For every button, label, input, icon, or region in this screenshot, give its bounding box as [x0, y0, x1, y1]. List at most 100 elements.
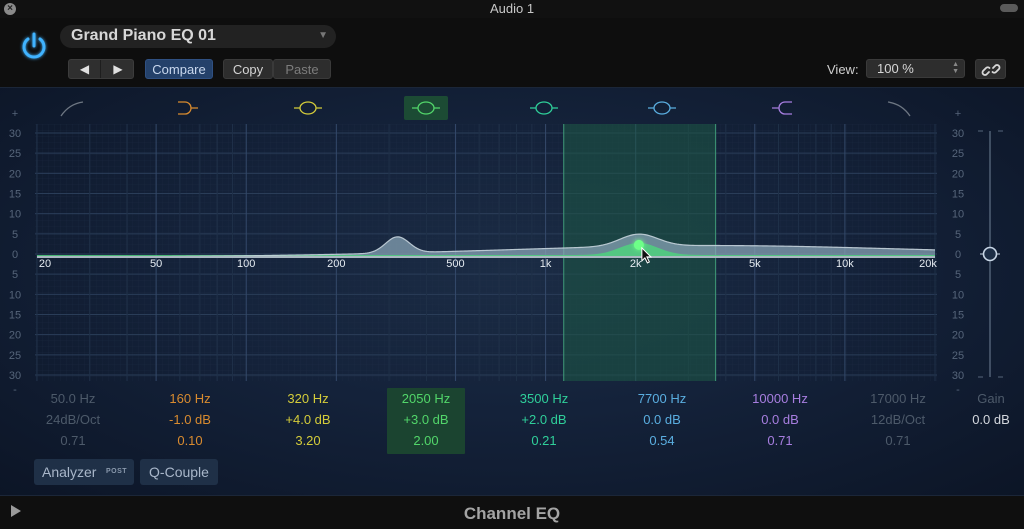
x-tick-label: 20 [39, 258, 51, 270]
band-6-q-value[interactable]: 0.54 [623, 430, 701, 451]
band-1-freq-value[interactable]: 50.0 Hz [34, 388, 112, 409]
band-6-params: 7700 Hz 0.0 dB 0.54 [623, 388, 701, 454]
gain-value[interactable]: 0.0 dB [965, 409, 1017, 430]
band-3-q-value[interactable]: 3.20 [269, 430, 347, 451]
copy-button[interactable]: Copy [223, 59, 273, 79]
plugin-name: Channel EQ [463, 504, 561, 523]
band-8-params: 17000 Hz 12dB/Oct 0.71 [859, 388, 937, 454]
band-7-gain-value[interactable]: 0.0 dB [741, 409, 819, 430]
band-5-params: 3500 Hz +2.0 dB 0.21 [505, 388, 583, 454]
y-tick-label-right: 30 [952, 370, 964, 382]
y-tick-label-right: 5 [955, 229, 961, 241]
band-7-high-shelf-icon[interactable] [758, 96, 802, 120]
band-7-freq-value[interactable]: 10000 Hz [741, 388, 819, 409]
y-tick-label-right: 30 [952, 128, 964, 140]
band-8-freq-value[interactable]: 17000 Hz [859, 388, 937, 409]
band-6-gain-value[interactable]: 0.0 dB [623, 409, 701, 430]
paste-button[interactable]: Paste [273, 59, 331, 79]
window-toggle-button[interactable] [1000, 4, 1018, 12]
x-tick-label: 10k [836, 258, 854, 270]
band-4-bell-icon[interactable] [404, 96, 448, 120]
plugin-footer: Channel EQ [0, 495, 1024, 529]
channel-eq-window: × Audio 1 Grand Piano EQ 01 ▼ ◀ ▶ Compar… [0, 0, 1024, 529]
y-tick-label-left: 30 [9, 128, 21, 140]
band-3-freq-value[interactable]: 320 Hz [269, 388, 347, 409]
view-zoom-value: 100 % [877, 61, 914, 76]
compare-button[interactable]: Compare [145, 59, 213, 79]
y-tick-label-left: 5 [12, 269, 18, 281]
band-5-gain-value[interactable]: +2.0 dB [505, 409, 583, 430]
link-button[interactable] [975, 59, 1006, 79]
preset-name: Grand Piano EQ 01 [71, 27, 216, 44]
window-title: Audio 1 [489, 1, 535, 16]
y-tick-label-left: 15 [9, 189, 21, 201]
band-4-q-value[interactable]: 2.00 [387, 430, 465, 451]
band-8-q-value[interactable]: 0.71 [859, 430, 937, 451]
band-5-freq-value[interactable]: 3500 Hz [505, 388, 583, 409]
y-tick-label-left: 0 [12, 249, 18, 261]
title-bar: × Audio 1 [0, 0, 1024, 18]
x-tick-label: 2k [630, 258, 642, 270]
band-3-bell-icon[interactable] [286, 96, 330, 120]
x-tick-label: 100 [237, 258, 255, 270]
band-6-freq-value[interactable]: 7700 Hz [623, 388, 701, 409]
band-3-gain-value[interactable]: +4.0 dB [269, 409, 347, 430]
y-tick-label-right: 20 [952, 168, 964, 180]
y-tick-label-right: 5 [955, 269, 961, 281]
band-5-q-value[interactable]: 0.21 [505, 430, 583, 451]
band-4-params: 2050 Hz +3.0 dB 2.00 [387, 388, 465, 454]
y-tick-label-left: 5 [12, 229, 18, 241]
y-tick-label-left: 25 [9, 350, 21, 362]
band-1-gain-value[interactable]: 24dB/Oct [34, 409, 112, 430]
y-tick-label-right: 10 [952, 289, 964, 301]
x-tick-label: 500 [446, 258, 464, 270]
band-4-freq-value[interactable]: 2050 Hz [387, 388, 465, 409]
band-5-bell-icon[interactable] [522, 96, 566, 120]
band-1-q-value[interactable]: 0.71 [34, 430, 112, 451]
plugin-header: Grand Piano EQ 01 ▼ ◀ ▶ Compare Copy Pas… [0, 18, 1024, 88]
view-label: View: [827, 62, 859, 77]
chevron-down-icon: ▼ [318, 30, 328, 41]
x-tick-label: 50 [150, 258, 162, 270]
band-2-q-value[interactable]: 0.10 [151, 430, 229, 451]
q-couple-button[interactable]: Q-Couple [140, 459, 218, 485]
x-tick-label: 20k [919, 258, 937, 270]
band-3-params: 320 Hz +4.0 dB 3.20 [269, 388, 347, 454]
band-2-low-shelf-icon[interactable] [168, 96, 212, 120]
band-2-gain-value[interactable]: -1.0 dB [151, 409, 229, 430]
band-2-params: 160 Hz -1.0 dB 0.10 [151, 388, 229, 454]
stepper-icon: ▲ ▼ [952, 61, 959, 75]
y-tick-label-right: 20 [952, 330, 964, 342]
band-1-params: 50.0 Hz 24dB/Oct 0.71 [34, 388, 112, 454]
gain-slider-knob[interactable] [982, 246, 998, 262]
band-7-q-value[interactable]: 0.71 [741, 430, 819, 451]
x-tick-label: 5k [749, 258, 761, 270]
view-zoom-select[interactable]: 100 % ▲ ▼ [866, 59, 965, 78]
band-7-params: 10000 Hz 0.0 dB 0.71 [741, 388, 819, 454]
y-tick-label-right: 0 [955, 249, 961, 261]
band-6-bell-icon[interactable] [640, 96, 684, 120]
band-4-gain-value[interactable]: +3.0 dB [387, 409, 465, 430]
band-1-low-cut-icon[interactable] [51, 96, 95, 120]
band-8-high-cut-icon[interactable] [876, 96, 920, 120]
x-tick-label: 1k [540, 258, 552, 270]
band-8-gain-value[interactable]: 12dB/Oct [859, 409, 937, 430]
analyzer-post-badge: POST [106, 468, 128, 475]
preset-menu[interactable]: Grand Piano EQ 01 ▼ [60, 25, 336, 48]
next-preset-button[interactable]: ▶ [102, 60, 134, 78]
y-tick-label-right: 15 [952, 189, 964, 201]
master-gain: Gain 0.0 dB [965, 388, 1017, 430]
power-icon[interactable] [18, 30, 50, 62]
y-tick-label-right: 15 [952, 310, 964, 322]
y-tick-label-left: 10 [9, 289, 21, 301]
link-icon [981, 64, 1000, 76]
y-tick-label-left: 20 [9, 168, 21, 180]
x-tick-label: 200 [327, 258, 345, 270]
band-2-freq-value[interactable]: 160 Hz [151, 388, 229, 409]
previous-preset-button[interactable]: ◀ [69, 60, 101, 78]
y-tick-label-left: 15 [9, 310, 21, 322]
y-tick-label-right: 25 [952, 350, 964, 362]
y-tick-label-left: 30 [9, 370, 21, 382]
y-tick-label-left: 25 [9, 148, 21, 160]
analyzer-button[interactable]: Analyzer POST [34, 459, 134, 485]
